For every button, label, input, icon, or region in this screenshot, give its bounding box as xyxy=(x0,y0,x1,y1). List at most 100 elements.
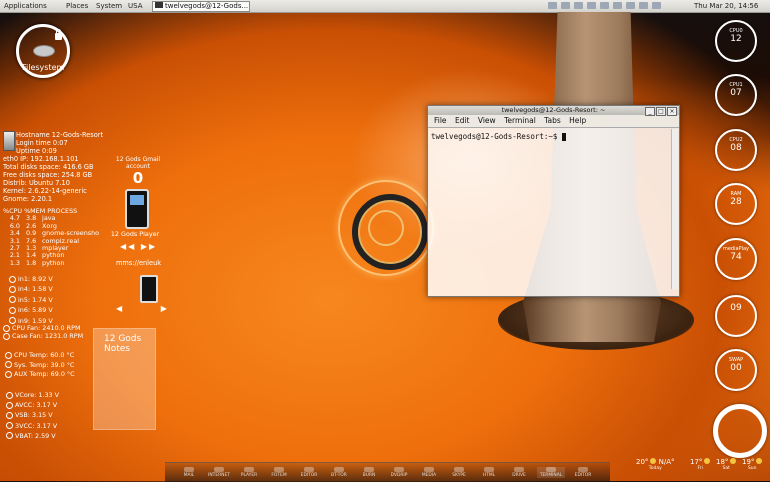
taskbar-terminal-button[interactable]: twelvegods@12-Gods... xyxy=(152,1,250,12)
tray-icon[interactable] xyxy=(600,2,609,9)
text-cursor xyxy=(561,133,566,141)
top-panel: Applications Places System USA twelvegod… xyxy=(0,0,770,13)
voltage-value: 3VCC: 3.17 V xyxy=(15,421,58,430)
dock-item[interactable]: MEDIA xyxy=(415,467,443,478)
dock-label: EDITOR xyxy=(574,473,592,478)
tray-icon[interactable] xyxy=(626,2,635,9)
dock-item[interactable]: TERMINAL xyxy=(537,467,565,478)
menu-file[interactable]: File xyxy=(434,116,447,125)
torrent-icon xyxy=(334,467,344,472)
menu-edit[interactable]: Edit xyxy=(455,116,470,125)
voltage-row: VSB: 3.15 V xyxy=(6,410,59,420)
clock[interactable]: Thu Mar 20, 14:56 xyxy=(694,2,758,10)
mini-player-controls[interactable]: ◀ ▶ xyxy=(116,304,185,313)
voltage-value: in5: 1.74 V xyxy=(18,295,53,304)
terminal-output[interactable]: twelvegods@12-Gods-Resort:~$ xyxy=(428,128,679,145)
menu-view[interactable]: View xyxy=(478,116,496,125)
sysinfo-line: Login time 0:07 xyxy=(16,139,68,147)
dock-label: FOTEM xyxy=(271,473,287,478)
ring-value: 07 xyxy=(730,88,742,98)
sysinfo-line: Kernel: 2.6.22-14-generic xyxy=(3,187,87,195)
dock-item[interactable]: EDITOR xyxy=(569,467,597,478)
ring-value: 74 xyxy=(730,252,742,262)
notes-widget[interactable]: 12 Gods Notes xyxy=(93,328,156,430)
dock-label: SKYPE xyxy=(452,473,466,478)
sun-icon xyxy=(730,458,737,464)
dock-item[interactable]: FOTEM xyxy=(265,467,293,478)
internet-icon xyxy=(214,467,224,472)
fan-icon xyxy=(3,332,10,340)
swap-ring: SWAP 00 xyxy=(715,349,757,391)
tray-icon[interactable] xyxy=(639,2,648,9)
voltage-row: in1: 8.92 V xyxy=(9,274,53,284)
sun-icon xyxy=(704,458,711,464)
menu-usa[interactable]: USA xyxy=(128,2,143,10)
tray-icon[interactable] xyxy=(652,2,661,9)
tray-icon[interactable] xyxy=(574,2,583,9)
photo-icon xyxy=(274,467,284,472)
fan-value: Case Fan: 1231.0 RPM xyxy=(12,332,84,340)
dock-item[interactable]: EDITOR xyxy=(295,467,323,478)
menu-help[interactable]: Help xyxy=(569,116,586,125)
terminal-icon xyxy=(546,467,556,472)
menu-tabs[interactable]: Tabs xyxy=(544,116,561,125)
voltage-readings: in1: 8.92 V in4: 1.58 V in5: 1.74 V in6:… xyxy=(9,274,53,326)
voltage-row: VBAT: 2.59 V xyxy=(6,431,59,441)
sysinfo-line: eth0 IP: 192.168.1.101 xyxy=(3,155,79,163)
dock-item[interactable]: DVDRIP xyxy=(385,467,413,478)
burn-icon xyxy=(364,467,374,472)
maximize-icon[interactable]: □ xyxy=(656,107,666,116)
dock-item[interactable]: BURN xyxy=(355,467,383,478)
voltage-value: in4: 1.58 V xyxy=(18,285,53,294)
minimize-icon[interactable]: _ xyxy=(645,107,655,116)
gmail-widget[interactable]: 12 Gods Gmail account 0 xyxy=(112,156,164,186)
sensor-icon xyxy=(9,296,16,304)
tray-icon[interactable] xyxy=(613,2,622,9)
weather-temp: 17° xyxy=(690,458,703,466)
menu-places[interactable]: Places xyxy=(66,2,88,10)
terminal-prompt: twelvegods@12-Gods-Resort:~$ xyxy=(431,132,562,141)
voltage-readings-2: VCore: 1.33 V AVCC: 3.17 V VSB: 3.15 V 3… xyxy=(6,390,59,441)
tray-icon[interactable] xyxy=(587,2,596,9)
terminal-titlebar[interactable]: twelvegods@12-Gods-Resort: ~ _ □ × xyxy=(428,106,679,116)
menu-terminal[interactable]: Terminal xyxy=(504,116,536,125)
dock-item[interactable]: MAIL xyxy=(175,467,203,478)
dock-label: MEDIA xyxy=(421,473,437,478)
dock-item[interactable]: DRIVE xyxy=(505,467,533,478)
mini-player-icon[interactable] xyxy=(140,275,158,303)
dock-item[interactable]: INTERNET xyxy=(205,467,233,478)
sensor-icon xyxy=(9,285,16,293)
lock-icon xyxy=(55,29,62,40)
dock-item[interactable]: PLAYER xyxy=(235,467,263,478)
terminal-window[interactable]: twelvegods@12-Gods-Resort: ~ _ □ × File … xyxy=(427,105,680,297)
computer-icon xyxy=(3,131,15,151)
weather-temp: 20° xyxy=(636,458,649,466)
tray-icon[interactable] xyxy=(548,2,557,9)
temp-row: AUX Temp: 69.0 °C xyxy=(5,370,75,380)
media-player-icon[interactable] xyxy=(125,189,149,229)
weather-day: Fri xyxy=(697,466,703,471)
tray-icon[interactable] xyxy=(561,2,570,9)
player-controls[interactable]: ◀◀ ▶▶ xyxy=(120,242,157,251)
system-info: Hostname 12-Gods-Resort Login time 0:07 … xyxy=(16,131,103,155)
fan-readings: CPU Fan: 2410.0 RPM Case Fan: 1231.0 RPM xyxy=(3,324,83,340)
dock-label: MAIL xyxy=(183,473,195,478)
weather-sat: 18° Sat xyxy=(716,458,737,471)
filesystem-label: Filesystem xyxy=(22,63,65,72)
weather-day: Today xyxy=(648,466,662,471)
dock-item[interactable]: HTML xyxy=(475,467,503,478)
temp-value: AUX Temp: 69.0 °C xyxy=(14,370,75,378)
close-icon[interactable]: × xyxy=(667,107,677,116)
terminal-icon xyxy=(155,2,163,8)
notes-title: 12 Gods Notes xyxy=(104,334,142,354)
dock-item[interactable]: BT-TOR xyxy=(325,467,353,478)
menu-applications[interactable]: Applications xyxy=(4,2,47,10)
voltage-row: in6: 5.89 V xyxy=(9,305,53,315)
thermometer-icon xyxy=(5,351,12,359)
skype-icon xyxy=(454,467,464,472)
menu-system[interactable]: System xyxy=(96,2,122,10)
terminal-scrollbar[interactable] xyxy=(671,129,678,289)
dock-item[interactable]: SKYPE xyxy=(445,467,473,478)
weather-day: Sun xyxy=(747,466,757,471)
sysinfo-line: Uptime 0:09 xyxy=(16,147,57,155)
